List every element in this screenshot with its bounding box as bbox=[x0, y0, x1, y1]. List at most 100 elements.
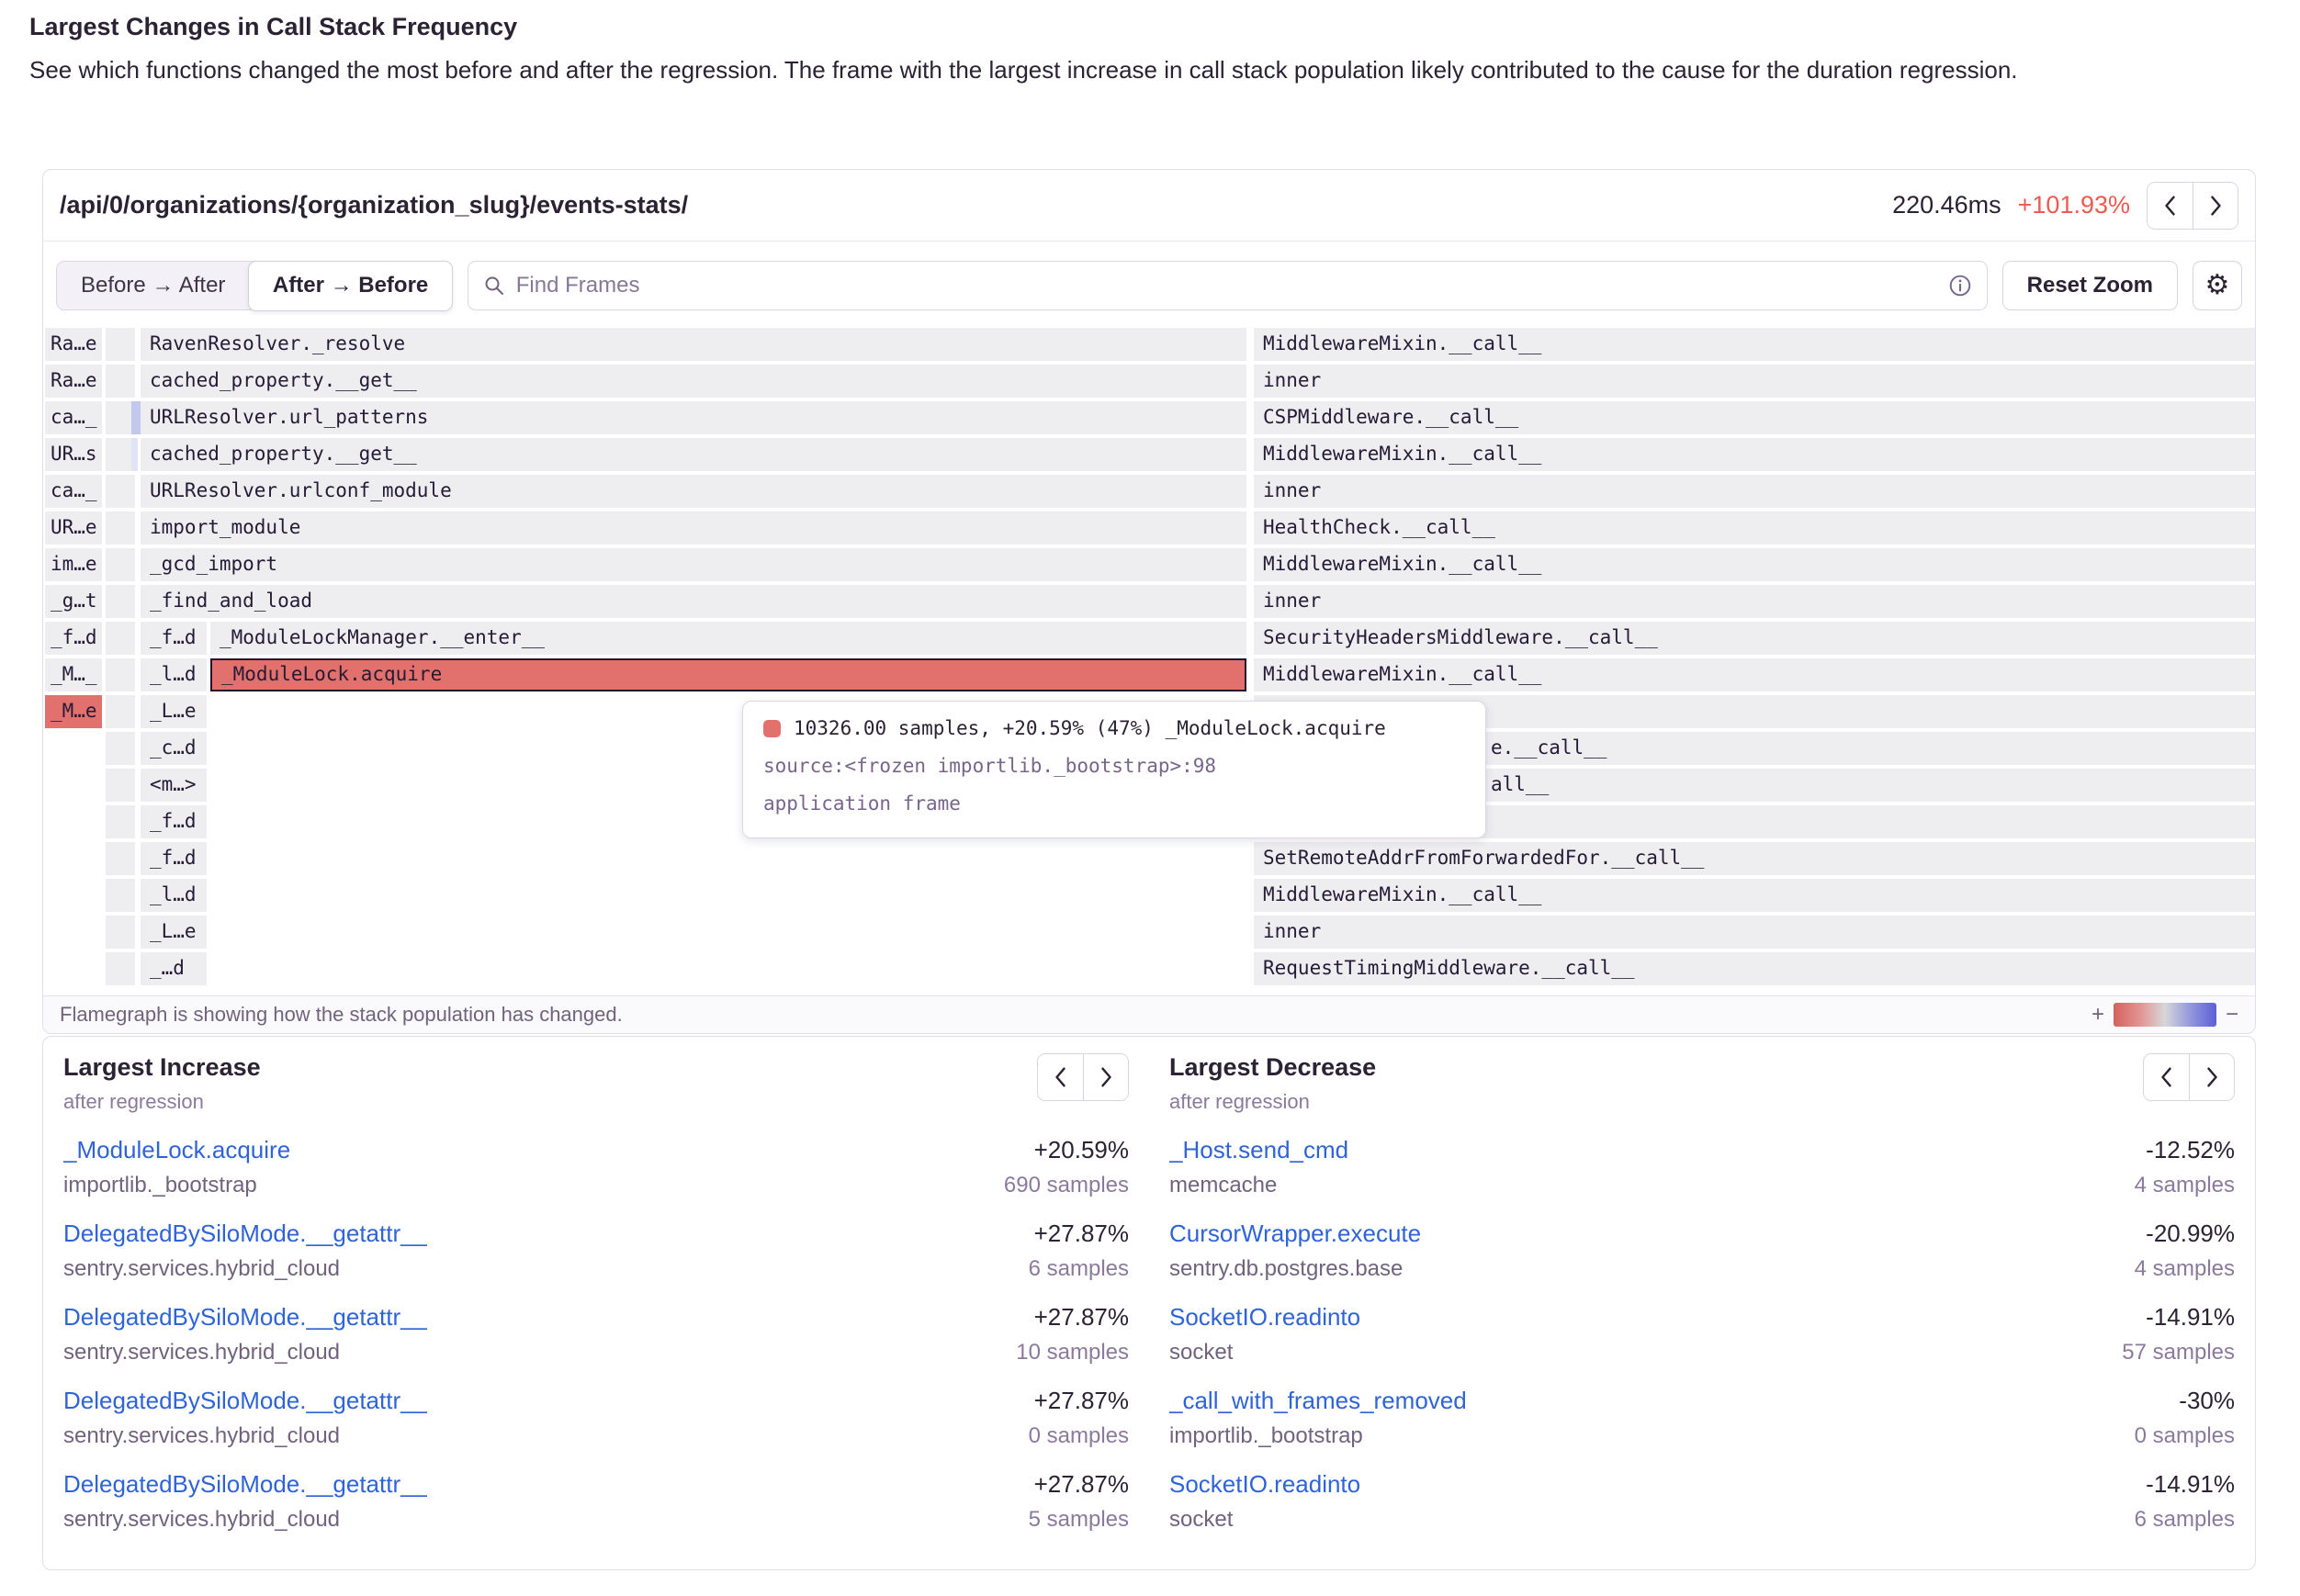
flame-frame[interactable]: _find_and_load bbox=[141, 585, 1246, 618]
flame-frame[interactable]: SetRemoteAddrFromForwardedFor.__call__ bbox=[1254, 842, 2255, 875]
flame-frame[interactable]: inner bbox=[1254, 475, 2255, 508]
flame-frame-mini[interactable] bbox=[106, 879, 135, 912]
flame-frame-mini[interactable] bbox=[106, 732, 135, 765]
flame-frame[interactable]: inner bbox=[1254, 585, 2255, 618]
settings-button[interactable]: ⚙ bbox=[2193, 261, 2242, 310]
flame-frame-mini[interactable] bbox=[106, 952, 135, 985]
flame-frame-mini[interactable] bbox=[106, 548, 135, 581]
flame-frame[interactable]: cached_property.__get__ bbox=[141, 365, 1246, 398]
flame-frame[interactable]: MiddlewareMixin.__call__ bbox=[1254, 658, 2255, 691]
function-link[interactable]: DelegatedBySiloMode.__getattr__ bbox=[63, 1387, 427, 1415]
flame-frame-mini[interactable]: _l…d bbox=[141, 658, 207, 691]
next-page-button[interactable] bbox=[1083, 1054, 1128, 1100]
flame-frame-mini[interactable] bbox=[106, 842, 135, 875]
toggle-after-before[interactable]: After → Before bbox=[248, 261, 453, 311]
package-label: socket bbox=[1169, 1340, 1233, 1366]
change-percent: -14.91% bbox=[2146, 1470, 2235, 1499]
flame-frame[interactable]: URLResolver.url_patterns bbox=[141, 401, 1246, 434]
info-icon[interactable] bbox=[1948, 274, 1972, 298]
function-link[interactable]: SocketIO.readinto bbox=[1169, 1470, 1360, 1499]
flame-frame-mini[interactable] bbox=[106, 365, 135, 398]
prev-transaction-button[interactable] bbox=[2148, 183, 2193, 229]
flame-frame[interactable]: MiddlewareMixin.__call__ bbox=[1254, 548, 2255, 581]
list-item: DelegatedBySiloMode.__getattr__+27.87%se… bbox=[63, 1470, 1129, 1533]
flamegraph[interactable]: Ra…eRavenResolver._resolveMiddlewareMixi… bbox=[43, 328, 2255, 993]
flame-frame[interactable]: _gcd_import bbox=[141, 548, 1246, 581]
flame-frame-mini[interactable]: _f…d bbox=[141, 622, 207, 655]
flame-frame-mini[interactable]: _L…e bbox=[141, 695, 207, 728]
flame-frame-mini[interactable]: UR…s bbox=[45, 438, 102, 471]
flame-frame[interactable]: HealthCheck.__call__ bbox=[1254, 511, 2255, 545]
flame-frame-mini[interactable]: Ra…e bbox=[45, 365, 102, 398]
flame-frame-marker[interactable] bbox=[131, 401, 141, 434]
function-link[interactable]: DelegatedBySiloMode.__getattr__ bbox=[63, 1303, 427, 1332]
flame-frame-mini[interactable]: <m…> bbox=[141, 769, 207, 802]
section-title: Largest Decrease bbox=[1169, 1053, 1376, 1082]
samples-label: 10 samples bbox=[1016, 1340, 1129, 1366]
samples-label: 6 samples bbox=[1029, 1256, 1129, 1282]
flamegraph-statusbar: Flamegraph is showing how the stack popu… bbox=[43, 995, 2255, 1033]
flame-frame-mini[interactable]: _c…d bbox=[141, 732, 207, 765]
flame-frame-mini[interactable] bbox=[106, 475, 135, 508]
flame-frame[interactable]: MiddlewareMixin.__call__ bbox=[1254, 879, 2255, 912]
flame-frame[interactable]: MiddlewareMixin.__call__ bbox=[1254, 328, 2255, 361]
flame-frame-mini[interactable]: Ra…e bbox=[45, 328, 102, 361]
flame-frame-mini[interactable]: _M…e bbox=[45, 695, 102, 728]
flame-frame[interactable]: _ModuleLockManager.__enter__ bbox=[210, 622, 1246, 655]
flame-frame-mini[interactable] bbox=[106, 695, 135, 728]
flame-frame[interactable]: RavenResolver._resolve bbox=[141, 328, 1246, 361]
chevron-right-icon bbox=[2208, 195, 2224, 217]
function-link[interactable]: _Host.send_cmd bbox=[1169, 1136, 1348, 1164]
section-title: Largest Increase bbox=[63, 1053, 261, 1082]
flame-frame-mini[interactable] bbox=[106, 328, 135, 361]
flame-frame[interactable]: cached_property.__get__ bbox=[141, 438, 1246, 471]
flame-frame[interactable]: SecurityHeadersMiddleware.__call__ bbox=[1254, 622, 2255, 655]
change-percent: +27.87% bbox=[1034, 1470, 1129, 1499]
flame-frame-mini[interactable] bbox=[106, 622, 135, 655]
flame-frame-mini[interactable]: _g…t bbox=[45, 585, 102, 618]
function-link[interactable]: _ModuleLock.acquire bbox=[63, 1136, 290, 1164]
prev-page-button[interactable] bbox=[2144, 1054, 2189, 1100]
prev-page-button[interactable] bbox=[1038, 1054, 1083, 1100]
flamegraph-status-text: Flamegraph is showing how the stack popu… bbox=[60, 1003, 623, 1027]
flame-frame-mini[interactable]: ca…_ bbox=[45, 475, 102, 508]
change-percent: +27.87% bbox=[1034, 1303, 1129, 1332]
next-transaction-button[interactable] bbox=[2193, 183, 2238, 229]
flame-frame[interactable]: MiddlewareMixin.__call__ bbox=[1254, 438, 2255, 471]
flame-frame-mini[interactable]: _l…d bbox=[141, 879, 207, 912]
flame-frame-mini[interactable]: _f…d bbox=[141, 842, 207, 875]
flame-frame-mini[interactable] bbox=[106, 511, 135, 545]
flame-frame[interactable]: inner bbox=[1254, 365, 2255, 398]
flame-frame-mini[interactable] bbox=[106, 769, 135, 802]
flame-frame-mini[interactable]: _…d bbox=[141, 952, 207, 985]
flame-frame-marker[interactable] bbox=[131, 438, 138, 471]
function-link[interactable]: CursorWrapper.execute bbox=[1169, 1219, 1421, 1248]
flame-frame[interactable]: CSPMiddleware.__call__ bbox=[1254, 401, 2255, 434]
flame-frame-mini[interactable] bbox=[106, 585, 135, 618]
flame-frame-mini[interactable]: im…e bbox=[45, 548, 102, 581]
flame-frame[interactable]: import_module bbox=[141, 511, 1246, 545]
flame-frame-mini[interactable] bbox=[106, 805, 135, 838]
next-page-button[interactable] bbox=[2189, 1054, 2234, 1100]
flame-frame[interactable]: _ModuleLock.acquire bbox=[210, 658, 1246, 691]
function-link[interactable]: _call_with_frames_removed bbox=[1169, 1387, 1467, 1415]
flame-frame[interactable]: inner bbox=[1254, 916, 2255, 949]
function-link[interactable]: DelegatedBySiloMode.__getattr__ bbox=[63, 1219, 427, 1248]
flame-frame-mini[interactable]: _f…d bbox=[45, 622, 102, 655]
flame-frame-mini[interactable]: UR…e bbox=[45, 511, 102, 545]
flame-frame-mini[interactable] bbox=[106, 916, 135, 949]
flame-frame-mini[interactable]: _M…_ bbox=[45, 658, 102, 691]
find-frames-searchbox[interactable] bbox=[468, 261, 1988, 310]
flame-frame[interactable]: URLResolver.urlconf_module bbox=[141, 475, 1246, 508]
function-link[interactable]: DelegatedBySiloMode.__getattr__ bbox=[63, 1470, 427, 1499]
flame-frame[interactable]: RequestTimingMiddleware.__call__ bbox=[1254, 952, 2255, 985]
flame-frame-mini[interactable]: ca…_ bbox=[45, 401, 102, 434]
increase-pager bbox=[1037, 1053, 1129, 1101]
find-frames-input[interactable] bbox=[516, 273, 1937, 298]
flame-frame-mini[interactable] bbox=[106, 658, 135, 691]
toggle-before-after[interactable]: Before → After bbox=[57, 262, 249, 309]
flame-frame-mini[interactable]: _f…d bbox=[141, 805, 207, 838]
function-link[interactable]: SocketIO.readinto bbox=[1169, 1303, 1360, 1332]
reset-zoom-button[interactable]: Reset Zoom bbox=[2002, 261, 2178, 310]
flame-frame-mini[interactable]: _L…e bbox=[141, 916, 207, 949]
